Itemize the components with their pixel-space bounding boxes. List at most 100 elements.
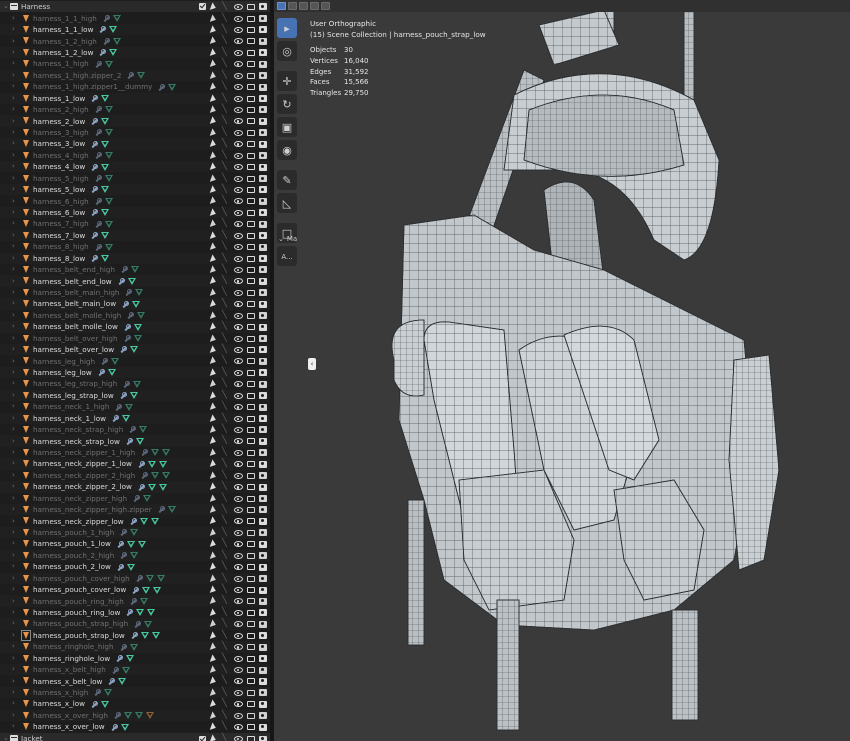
camera-icon[interactable] [259,232,267,240]
mesh-data-icon[interactable] [162,472,171,480]
camera-icon[interactable] [259,197,267,205]
eye-icon[interactable] [234,266,243,273]
eye-icon[interactable] [234,186,243,193]
hide-in-viewport-arrow-icon[interactable] [222,13,230,23]
wrench-icon[interactable] [91,209,99,216]
selectable-cursor-icon[interactable] [210,357,218,365]
wrench-icon[interactable] [117,540,124,548]
selectable-cursor-icon[interactable] [210,472,218,480]
camera-icon[interactable] [259,152,267,160]
selectable-cursor-icon[interactable] [210,95,218,103]
eye-icon[interactable] [234,632,243,639]
hide-in-viewport-arrow-icon[interactable] [222,93,230,103]
wrench-icon[interactable] [120,392,127,399]
camera-icon[interactable] [259,277,267,285]
chevron-right-icon[interactable]: › [12,81,18,92]
eye-icon[interactable] [234,358,243,365]
outliner-object-row[interactable]: › harness_belt_main_high [0,287,270,298]
wrench-icon[interactable] [91,117,99,125]
mesh-data-icon[interactable] [131,266,140,274]
selectable-cursor-icon[interactable] [210,689,218,697]
hide-in-viewport-arrow-icon[interactable] [222,481,230,491]
selectable-cursor-icon[interactable] [210,700,218,708]
monitor-icon[interactable] [247,472,255,479]
eye-icon[interactable] [234,598,243,605]
selectable-cursor-icon[interactable] [210,632,218,640]
monitor-icon[interactable] [247,346,255,353]
wrench-icon[interactable] [127,312,135,319]
eye-icon[interactable] [234,232,243,239]
camera-icon[interactable] [259,392,267,400]
material-panel-toggle[interactable]: ⌄ Ma [278,235,297,243]
chevron-right-icon[interactable]: › [12,207,18,218]
chevron-right-icon[interactable]: › [12,458,18,469]
selectable-cursor-icon[interactable] [210,197,218,205]
outliner-object-row[interactable]: › harness_pouch_2_low [0,561,270,572]
chevron-right-icon[interactable]: › [12,561,18,572]
selectable-cursor-icon[interactable] [210,723,218,731]
monitor-icon[interactable] [247,461,255,468]
hide-in-viewport-arrow-icon[interactable] [222,573,230,583]
outliner-object-row[interactable]: › harness_2_high [0,104,270,115]
wrench-icon[interactable] [133,495,141,502]
hide-in-viewport-arrow-icon[interactable] [222,515,230,525]
monitor-icon[interactable] [247,415,255,422]
camera-icon[interactable] [259,49,267,57]
mesh-data-icon[interactable] [137,540,146,548]
mesh-data-icon[interactable] [147,609,156,617]
outliner-object-row[interactable]: › harness_neck_zipper_2_high [0,470,270,481]
hide-in-viewport-arrow-icon[interactable] [222,550,230,560]
camera-icon[interactable] [259,369,267,377]
selectable-cursor-icon[interactable] [210,380,218,388]
camera-icon[interactable] [259,632,267,640]
monitor-icon[interactable] [247,552,255,559]
scale-icon[interactable]: ▣ [277,117,297,137]
eye-icon[interactable] [234,518,243,525]
selectable-cursor-icon[interactable] [210,117,218,125]
eye-icon[interactable] [234,724,243,731]
monitor-icon[interactable] [247,598,255,605]
wrench-icon[interactable] [129,426,137,433]
eye-icon[interactable] [234,392,243,399]
monitor-icon[interactable] [247,506,255,513]
mesh-data-icon[interactable] [104,243,113,251]
hide-in-viewport-arrow-icon[interactable] [222,115,230,125]
hide-in-viewport-arrow-icon[interactable] [222,264,230,274]
camera-icon[interactable] [259,655,267,663]
wrench-icon[interactable] [120,346,128,353]
camera-icon[interactable] [259,620,267,628]
eye-icon[interactable] [234,95,243,102]
chevron-right-icon[interactable]: › [12,584,18,595]
monitor-icon[interactable] [247,381,255,388]
selectable-cursor-icon[interactable] [210,243,218,251]
chevron-right-icon[interactable]: › [12,390,18,401]
outliner-object-row[interactable]: › harness_belt_main_low [0,298,270,310]
eye-icon[interactable] [234,346,243,353]
select-box-icon[interactable]: ▸ [277,18,297,38]
mesh-data-icon[interactable] [144,620,153,628]
chevron-right-icon[interactable]: › [12,721,18,732]
hide-in-viewport-arrow-icon[interactable] [222,378,230,388]
eye-icon[interactable] [234,175,243,182]
camera-icon[interactable] [259,540,267,548]
mesh-data-icon[interactable] [167,506,176,514]
eye-icon[interactable] [234,404,243,411]
eye-icon[interactable] [234,209,243,216]
hide-in-viewport-arrow-icon[interactable] [222,47,230,57]
chevron-right-icon[interactable]: › [12,516,18,527]
camera-icon[interactable] [259,3,267,10]
selectable-cursor-icon[interactable] [210,415,218,423]
mesh-data-icon[interactable] [136,609,145,617]
hide-in-viewport-arrow-icon[interactable] [222,435,230,445]
selectable-cursor-icon[interactable] [210,517,218,525]
camera-icon[interactable] [259,575,267,583]
outliner-object-row[interactable]: › harness_1_low [0,92,270,104]
camera-icon[interactable] [259,117,267,125]
select-extend-button[interactable] [288,2,297,10]
mesh-data-icon[interactable] [101,140,110,148]
mesh-data-icon[interactable] [135,437,144,445]
monitor-icon[interactable] [247,209,255,216]
mesh-data-icon[interactable] [135,712,143,720]
select-subtract-button[interactable] [299,2,308,10]
mesh-data-icon[interactable] [168,83,177,91]
